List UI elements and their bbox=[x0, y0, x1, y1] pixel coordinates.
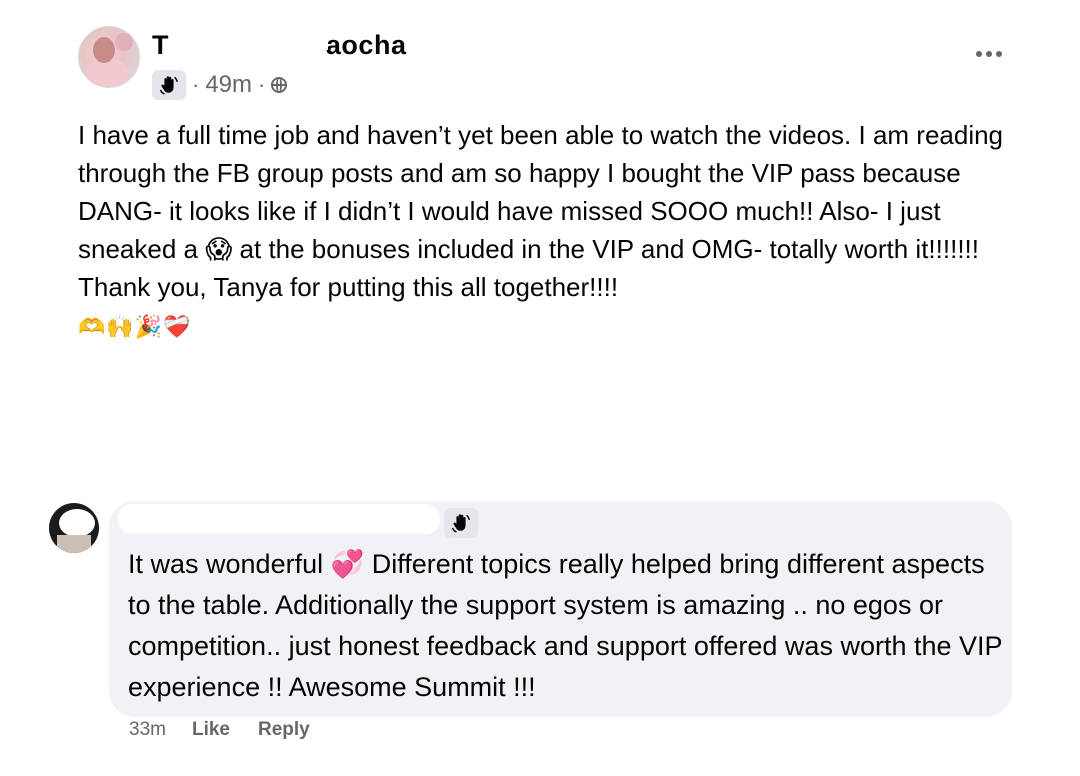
post-timestamp[interactable]: 49m bbox=[205, 71, 252, 99]
globe-icon bbox=[271, 77, 288, 93]
post-text: I have a full time job and haven’t yet b… bbox=[78, 120, 1004, 302]
post-emoji-row: 🫶🙌🎉❤️‍🩹 bbox=[78, 314, 192, 339]
author-name-tail: 'aocha bbox=[319, 30, 407, 60]
avatar-image-part bbox=[115, 33, 133, 51]
post-meta: · 49m · bbox=[152, 70, 288, 100]
wave-hand-icon[interactable] bbox=[152, 70, 186, 100]
wave-hand-icon[interactable] bbox=[444, 508, 478, 538]
avatar-image-part bbox=[87, 59, 127, 87]
author-name-visible: T bbox=[152, 30, 169, 60]
author-avatar[interactable] bbox=[78, 26, 140, 88]
like-button[interactable]: Like bbox=[192, 719, 230, 741]
meta-separator: · bbox=[192, 72, 200, 97]
comment-actions: 33m Like Reply bbox=[129, 719, 310, 741]
more-horizontal-icon[interactable] bbox=[972, 40, 1006, 68]
name-redaction bbox=[178, 28, 328, 50]
commenter-avatar[interactable] bbox=[49, 503, 99, 553]
avatar-image-part bbox=[57, 535, 91, 553]
commenter-name-redaction[interactable] bbox=[118, 504, 440, 534]
meta-separator: · bbox=[258, 72, 266, 97]
comment-timestamp[interactable]: 33m bbox=[129, 719, 166, 741]
avatar-image-part bbox=[93, 37, 115, 63]
dot-icon bbox=[976, 51, 982, 57]
comment-text: It was wonderful 💞 Different topics real… bbox=[128, 549, 1003, 702]
reply-button[interactable]: Reply bbox=[258, 719, 310, 741]
avatar-image-part bbox=[59, 509, 95, 537]
dot-icon bbox=[986, 51, 992, 57]
dot-icon bbox=[996, 51, 1002, 57]
